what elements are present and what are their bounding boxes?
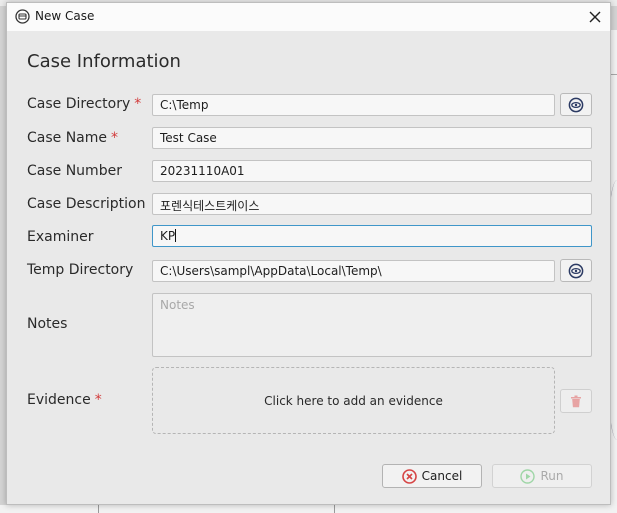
background-divider: [610, 74, 617, 75]
case-description-label: Case Description: [27, 196, 146, 212]
browse-temp-directory-button[interactable]: [560, 259, 592, 282]
title-bar[interactable]: New Case: [7, 3, 610, 31]
required-marker: *: [111, 130, 119, 146]
notes-textarea[interactable]: Notes: [152, 293, 592, 357]
background-app-footer: [0, 505, 617, 513]
trash-icon: [571, 395, 581, 407]
section-title: Case Information: [27, 51, 181, 72]
case-number-field[interactable]: 20231110A01: [152, 160, 592, 182]
examiner-value: KP: [160, 229, 176, 243]
required-marker: *: [94, 392, 102, 408]
case-app-icon: [15, 9, 30, 24]
play-icon: [520, 468, 536, 484]
background-grid-line: [98, 505, 99, 513]
case-number-label: Case Number: [27, 163, 122, 179]
case-directory-label: Case Directory *: [27, 96, 142, 112]
delete-evidence-button[interactable]: [560, 389, 592, 413]
eye-icon: [568, 97, 584, 112]
cancel-button[interactable]: Cancel: [382, 464, 482, 488]
required-marker: *: [134, 96, 142, 112]
case-description-field[interactable]: 포렌식테스트케이스: [152, 193, 592, 215]
case-name-field[interactable]: Test Case: [152, 127, 592, 149]
temp-directory-field[interactable]: C:\Users\sampl\AppData\Local\Temp\: [152, 260, 555, 282]
evidence-label: Evidence *: [27, 392, 102, 408]
add-evidence-dropzone[interactable]: Click here to add an evidence: [152, 367, 555, 434]
notes-label: Notes: [27, 316, 68, 332]
case-name-label: Case Name *: [27, 130, 119, 146]
browse-case-directory-button[interactable]: [560, 93, 592, 116]
text-caret: [175, 229, 177, 242]
eye-icon: [568, 263, 584, 278]
examiner-label: Examiner: [27, 229, 94, 245]
cancel-label: Cancel: [421, 469, 463, 483]
window-title: New Case: [35, 9, 95, 23]
examiner-field[interactable]: KP: [152, 225, 592, 247]
close-button[interactable]: [585, 7, 605, 27]
cancel-x-icon: [401, 468, 417, 484]
case-directory-field[interactable]: C:\Temp: [152, 94, 555, 116]
new-case-dialog: New Case Case Information Case Directory…: [6, 2, 611, 505]
background-grid-line: [334, 505, 335, 513]
temp-directory-label: Temp Directory: [27, 262, 134, 278]
run-label: Run: [540, 469, 564, 483]
run-button[interactable]: Run: [492, 464, 592, 488]
close-icon: [589, 11, 601, 23]
